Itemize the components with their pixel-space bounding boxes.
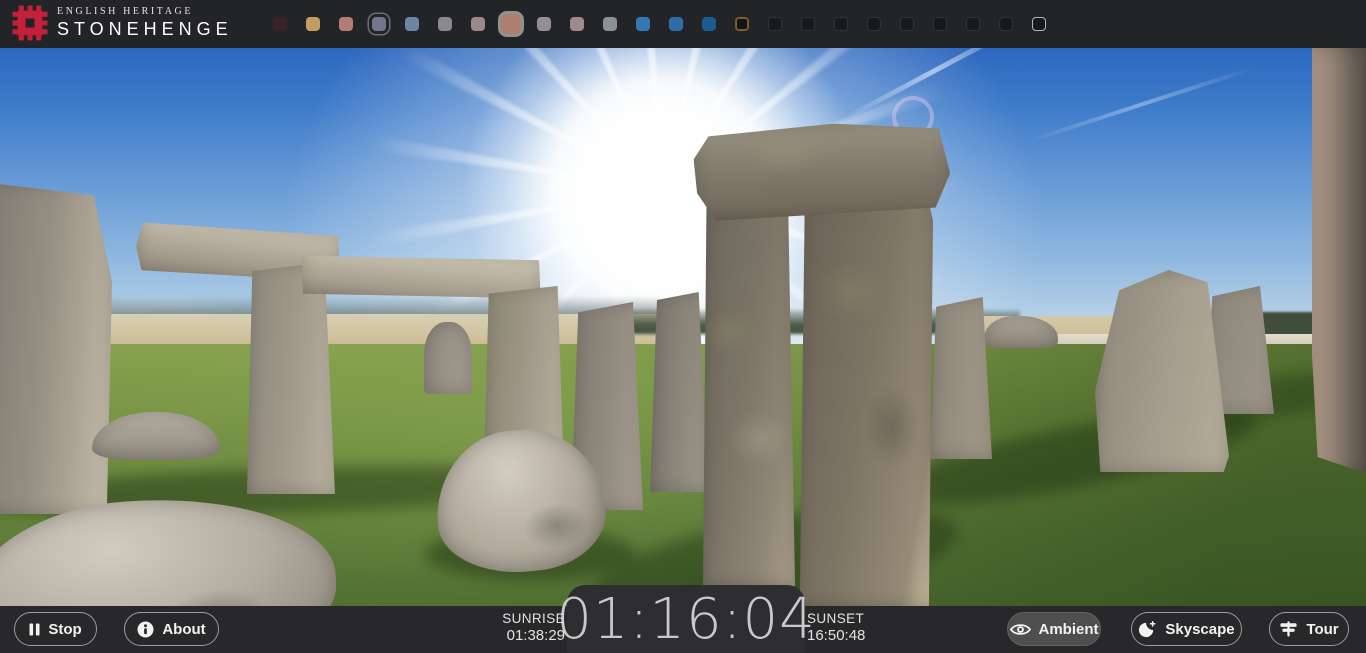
sunrise-time: 01:38:29 <box>502 627 565 644</box>
about-label: About <box>162 621 205 638</box>
moon-icon <box>1138 620 1157 639</box>
about-button[interactable]: About <box>124 612 219 646</box>
tour-label: Tour <box>1306 621 1338 638</box>
timeline-dot-13[interactable] <box>669 17 683 31</box>
timeline-dot-19[interactable] <box>867 17 881 31</box>
signpost-icon <box>1279 620 1298 638</box>
timeline-dot-8[interactable] <box>501 14 521 34</box>
sunrise-info: SUNRISE 01:38:29 <box>502 610 565 644</box>
timeline-dot-22[interactable] <box>966 17 980 31</box>
info-icon <box>137 621 154 638</box>
timeline-dot-1[interactable] <box>273 17 287 31</box>
timeline-dot-3[interactable] <box>339 17 353 31</box>
hour-timeline <box>0 0 1366 48</box>
sunset-label: SUNSET <box>807 610 865 627</box>
timeline-dot-6[interactable] <box>438 17 452 31</box>
clock-panel: 01:16:04 <box>567 585 805 653</box>
timeline-dot-7[interactable] <box>471 17 485 31</box>
trilithon-lintel <box>693 121 951 222</box>
pause-icon <box>29 623 40 636</box>
sarsen-upright <box>0 182 112 514</box>
timeline-dot-15[interactable] <box>735 17 749 31</box>
timeline-dot-21[interactable] <box>933 17 947 31</box>
timeline-dot-2[interactable] <box>306 17 320 31</box>
timeline-dot-10[interactable] <box>570 17 584 31</box>
timeline-dot-24[interactable] <box>1032 17 1046 31</box>
timeline-dot-11[interactable] <box>603 17 617 31</box>
stop-label: Stop <box>48 621 81 638</box>
stonehenge-skyscape-app: ENGLISH HERITAGE STONEHENGE <box>0 0 1366 653</box>
top-bar: ENGLISH HERITAGE STONEHENGE <box>0 0 1366 48</box>
distant-stone <box>424 322 472 394</box>
timeline-dot-18[interactable] <box>834 17 848 31</box>
trilithon-upright-left <box>703 176 795 586</box>
eye-icon <box>1010 622 1031 637</box>
stop-button[interactable]: Stop <box>14 612 97 646</box>
timeline-dot-5[interactable] <box>405 17 419 31</box>
ambient-label: Ambient <box>1039 621 1099 638</box>
skyscape-label: Skyscape <box>1165 621 1234 638</box>
timeline-dot-20[interactable] <box>900 17 914 31</box>
sunrise-label: SUNRISE <box>502 610 565 627</box>
panorama-viewport[interactable] <box>0 48 1366 653</box>
sarsen-upright <box>247 262 335 494</box>
simulation-clock: 01:16:04 <box>556 587 816 652</box>
sarsen-upright <box>930 297 992 459</box>
timeline-dot-23[interactable] <box>999 17 1013 31</box>
sunset-time: 16:50:48 <box>807 627 865 644</box>
trilithon-upright-right <box>797 158 933 606</box>
sarsen-upright <box>1312 48 1366 474</box>
timeline-dot-12[interactable] <box>636 17 650 31</box>
timeline-dot-4[interactable] <box>372 17 386 31</box>
tour-button[interactable]: Tour <box>1269 612 1349 646</box>
timeline-dot-14[interactable] <box>702 17 716 31</box>
ambient-button[interactable]: Ambient <box>1007 612 1101 646</box>
sunset-info: SUNSET 16:50:48 <box>807 610 865 644</box>
timeline-dot-16[interactable] <box>768 17 782 31</box>
timeline-dot-17[interactable] <box>801 17 815 31</box>
skyscape-button[interactable]: Skyscape <box>1131 612 1242 646</box>
sarsen-upright <box>650 292 708 492</box>
timeline-dot-9[interactable] <box>537 17 551 31</box>
